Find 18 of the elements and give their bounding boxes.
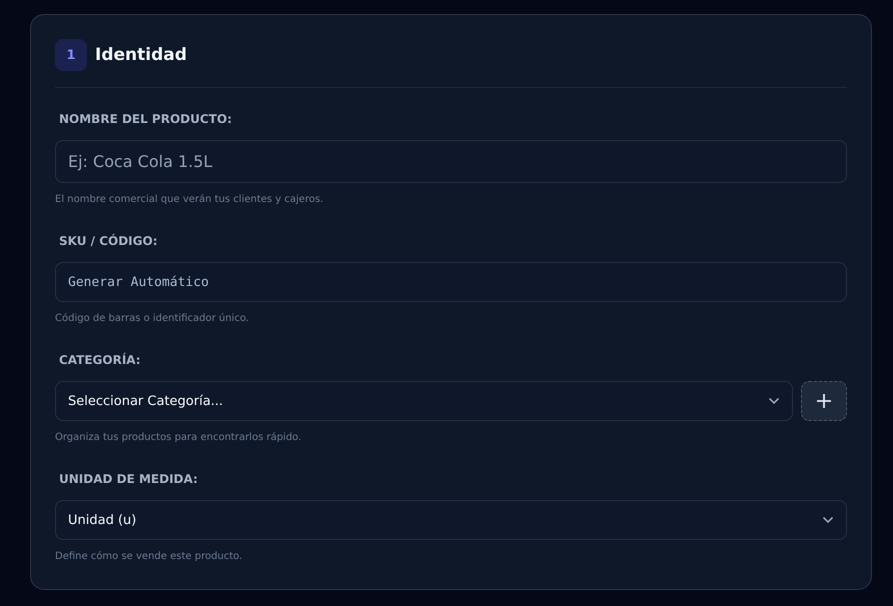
plus-icon [816,393,832,409]
field-label: SKU / CÓDIGO: [59,234,158,248]
field-label: NOMBRE DEL PRODUCTO: [59,112,233,126]
field-label: UNIDAD DE MEDIDA: [59,472,199,486]
chevron-down-icon [822,516,834,524]
field-hint: El nombre comercial que verán tus clientes y cajeros. [55,194,324,205]
section-title: Identidad [95,45,187,65]
step-number-badge: 1 [55,39,87,71]
field-hint: Define cómo se vende este producto. [55,551,244,562]
dropdown-select[interactable]: Unidad (u) [55,500,847,540]
dropdown-select[interactable]: Seleccionar Categoría... [55,381,793,421]
add-button[interactable] [801,381,847,421]
field-hint: Organiza tus productos para encontrarlos rápido. [55,432,302,443]
field-hint: Código de barras o identificador único. [55,313,250,324]
text-input-field[interactable]: Ej: Coca Cola 1.5L [55,140,847,183]
field-label: CATEGORÍA: [59,353,142,367]
chevron-down-icon [768,397,780,405]
code-input-field[interactable]: Generar Automático [55,262,847,302]
